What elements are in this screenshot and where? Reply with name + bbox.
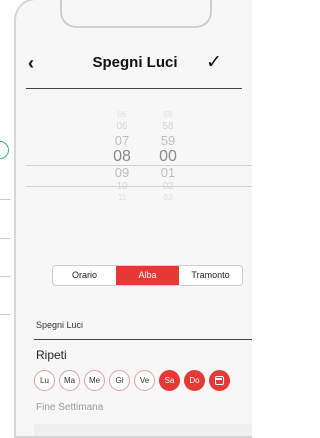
day-toggle-ma[interactable]: Ma (59, 370, 80, 391)
hour-value: 06 (117, 110, 127, 119)
minute-value: 03 (163, 193, 173, 202)
day-toggle-me[interactable]: Me (84, 370, 105, 391)
day-toggle-lu[interactable]: Lu (34, 370, 55, 391)
segment-alba[interactable]: Alba (116, 266, 179, 285)
repeat-preset-text: Fine Settimana (36, 402, 104, 413)
header: ‹ Spegni Luci ✓ (16, 46, 252, 80)
phone-frame: ‹ Spegni Luci ✓ 06 06 07 08 09 10 11 58 … (14, 0, 252, 438)
divider (0, 314, 10, 315)
header-divider (26, 88, 242, 89)
name-field-label[interactable]: Spegni Luci (36, 320, 83, 330)
repeat-label: Ripeti (36, 348, 67, 362)
name-field-underline (34, 339, 252, 340)
hour-value-selected: 08 (113, 148, 131, 165)
hour-value: 11 (117, 193, 127, 202)
day-toggle-sa[interactable]: Sa (159, 370, 180, 391)
calendar-button[interactable] (209, 370, 230, 391)
divider (0, 199, 10, 200)
hour-value: 06 (116, 121, 128, 132)
minute-value: 59 (160, 133, 176, 148)
time-picker[interactable]: 06 06 07 08 09 10 11 58 58 59 00 01 02 0… (98, 110, 190, 234)
divider (0, 276, 10, 277)
segment-tramonto[interactable]: Tramonto (179, 266, 242, 285)
back-icon[interactable]: ‹ (28, 52, 48, 74)
minute-wheel[interactable]: 58 58 59 00 01 02 03 (148, 110, 188, 203)
day-toggle-gi[interactable]: Gi (109, 370, 130, 391)
day-toggle-do[interactable]: Do (184, 370, 205, 391)
phone-notch (60, 0, 212, 28)
hour-value: 10 (116, 181, 128, 192)
confirm-check-icon[interactable]: ✓ (206, 52, 232, 74)
minute-value: 02 (162, 181, 174, 192)
minute-value: 58 (162, 121, 174, 132)
hour-value: 09 (114, 165, 130, 180)
segment-orario[interactable]: Orario (53, 266, 116, 285)
divider (0, 238, 10, 239)
hour-wheel[interactable]: 06 06 07 08 09 10 11 (102, 110, 142, 203)
day-toggle-ve[interactable]: Ve (134, 370, 155, 391)
calendar-icon (215, 376, 224, 385)
weekday-selector: Lu Ma Me Gi Ve Sa Do (34, 370, 252, 392)
hour-value: 07 (114, 133, 130, 148)
minute-value: 01 (160, 165, 176, 180)
minute-value-selected: 00 (159, 148, 177, 165)
status-circle-icon (0, 141, 9, 159)
minute-value: 58 (163, 110, 173, 119)
time-mode-segmented-control: Orario Alba Tramonto (52, 265, 243, 286)
page-title: Spegni Luci (92, 54, 178, 71)
